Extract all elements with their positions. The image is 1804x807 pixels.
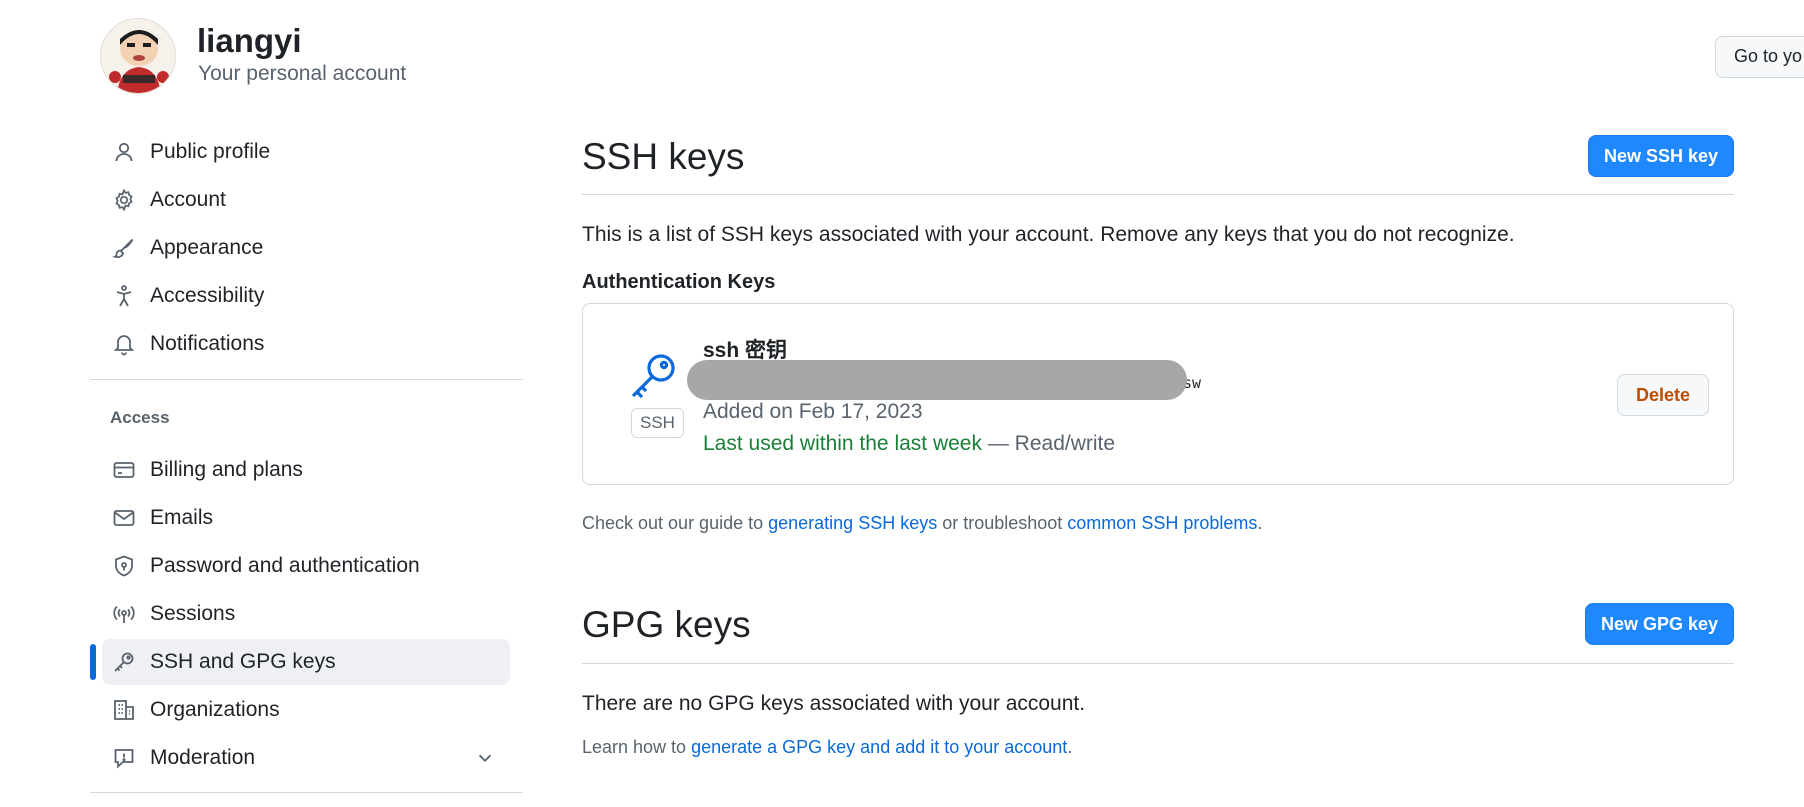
ssh-badge: SSH bbox=[631, 408, 684, 438]
sidebar-item-moderation[interactable]: Moderation bbox=[102, 735, 510, 781]
sidebar-item-label: Account bbox=[150, 188, 226, 211]
chevron-down-icon[interactable] bbox=[474, 747, 496, 769]
sidebar-item-emails[interactable]: Emails bbox=[102, 495, 510, 541]
sidebar-item-label: Notifications bbox=[150, 332, 265, 355]
person-icon bbox=[111, 139, 137, 165]
ssh-key-item: SSH ssh 密钥 sw Added on Feb 17, 2023 Last… bbox=[582, 303, 1734, 485]
shield-lock-icon bbox=[111, 553, 137, 579]
sidebar-divider bbox=[90, 379, 523, 380]
gear-icon bbox=[111, 187, 137, 213]
mail-icon bbox=[111, 505, 137, 531]
ssh-guide-text: Check out our guide to generating SSH ke… bbox=[582, 513, 1262, 534]
organization-icon bbox=[111, 697, 137, 723]
sidebar-item-billing[interactable]: Billing and plans bbox=[102, 447, 510, 493]
sidebar-heading-access: Access bbox=[110, 408, 170, 427]
redaction-mask bbox=[687, 360, 1187, 400]
sidebar-item-password-authentication[interactable]: Password and authentication bbox=[102, 543, 510, 589]
sidebar-item-ssh-gpg-keys[interactable]: SSH and GPG keys bbox=[102, 639, 510, 685]
settings-page: liangyi Your personal account Go to yo P… bbox=[0, 0, 1804, 807]
access-level-text: — Read/write bbox=[982, 432, 1116, 455]
sidebar-item-label: Billing and plans bbox=[150, 458, 303, 481]
active-indicator bbox=[90, 644, 96, 680]
sidebar-item-label: Public profile bbox=[150, 140, 271, 163]
ssh-keys-heading: SSH keys bbox=[582, 136, 745, 177]
credit-card-icon bbox=[111, 457, 137, 483]
delete-ssh-key-button[interactable]: Delete bbox=[1617, 374, 1709, 416]
sidebar-item-label: Accessibility bbox=[150, 284, 265, 307]
key-icon bbox=[631, 354, 675, 399]
section-divider bbox=[582, 194, 1734, 195]
username: liangyi bbox=[197, 22, 302, 59]
gpg-learn-text: Learn how to generate a GPG key and add … bbox=[582, 737, 1072, 758]
sidebar-item-label: Emails bbox=[150, 506, 214, 529]
ssh-key-last-used: Last used within the last week — Read/wr… bbox=[703, 432, 1115, 456]
generate-gpg-key-link[interactable]: generate a GPG key and add it to your ac… bbox=[691, 737, 1067, 757]
sidebar-item-public-profile[interactable]: Public profile bbox=[102, 129, 510, 175]
sidebar-item-organizations[interactable]: Organizations bbox=[102, 687, 510, 733]
gpg-empty-text: There are no GPG keys associated with yo… bbox=[582, 692, 1086, 715]
sidebar-item-label: Password and authentication bbox=[150, 554, 420, 577]
sidebar-item-notifications[interactable]: Notifications bbox=[102, 321, 510, 367]
avatar-image bbox=[101, 19, 175, 93]
sidebar-item-label: Sessions bbox=[150, 602, 236, 625]
section-divider bbox=[582, 663, 1734, 664]
learn-prefix: Learn how to bbox=[582, 737, 692, 757]
broadcast-icon bbox=[111, 601, 137, 627]
generating-ssh-keys-link[interactable]: generating SSH keys bbox=[768, 513, 937, 533]
guide-middle: or troubleshoot bbox=[937, 513, 1068, 533]
ssh-key-added-date: Added on Feb 17, 2023 bbox=[703, 400, 923, 423]
sidebar-item-label: SSH and GPG keys bbox=[150, 650, 336, 673]
guide-suffix: . bbox=[1257, 513, 1263, 533]
accessibility-icon bbox=[111, 283, 137, 309]
report-icon bbox=[111, 745, 137, 771]
key-icon bbox=[111, 649, 137, 675]
sidebar-item-label: Organizations bbox=[150, 698, 280, 721]
sidebar-item-label: Moderation bbox=[150, 746, 256, 769]
guide-prefix: Check out our guide to bbox=[582, 513, 769, 533]
sidebar-item-accessibility[interactable]: Accessibility bbox=[102, 273, 510, 319]
last-used-text: Last used within the last week bbox=[703, 432, 982, 455]
gpg-keys-heading: GPG keys bbox=[582, 604, 751, 645]
avatar[interactable] bbox=[100, 18, 176, 94]
sidebar-divider bbox=[90, 792, 523, 793]
account-subtitle: Your personal account bbox=[198, 62, 407, 85]
go-to-profile-button[interactable]: Go to yo bbox=[1715, 36, 1804, 78]
new-gpg-key-button[interactable]: New GPG key bbox=[1585, 603, 1734, 645]
paintbrush-icon bbox=[111, 235, 137, 261]
sidebar-item-sessions[interactable]: Sessions bbox=[102, 591, 510, 637]
sidebar-item-account[interactable]: Account bbox=[102, 177, 510, 223]
ssh-description: This is a list of SSH keys associated wi… bbox=[582, 223, 1515, 246]
learn-suffix: . bbox=[1067, 737, 1073, 757]
authentication-keys-heading: Authentication Keys bbox=[582, 271, 776, 293]
bell-icon bbox=[111, 331, 137, 357]
sidebar-item-appearance[interactable]: Appearance bbox=[102, 225, 510, 271]
sidebar-item-label: Appearance bbox=[150, 236, 264, 259]
new-ssh-key-button[interactable]: New SSH key bbox=[1588, 135, 1734, 177]
common-ssh-problems-link[interactable]: common SSH problems bbox=[1067, 513, 1257, 533]
